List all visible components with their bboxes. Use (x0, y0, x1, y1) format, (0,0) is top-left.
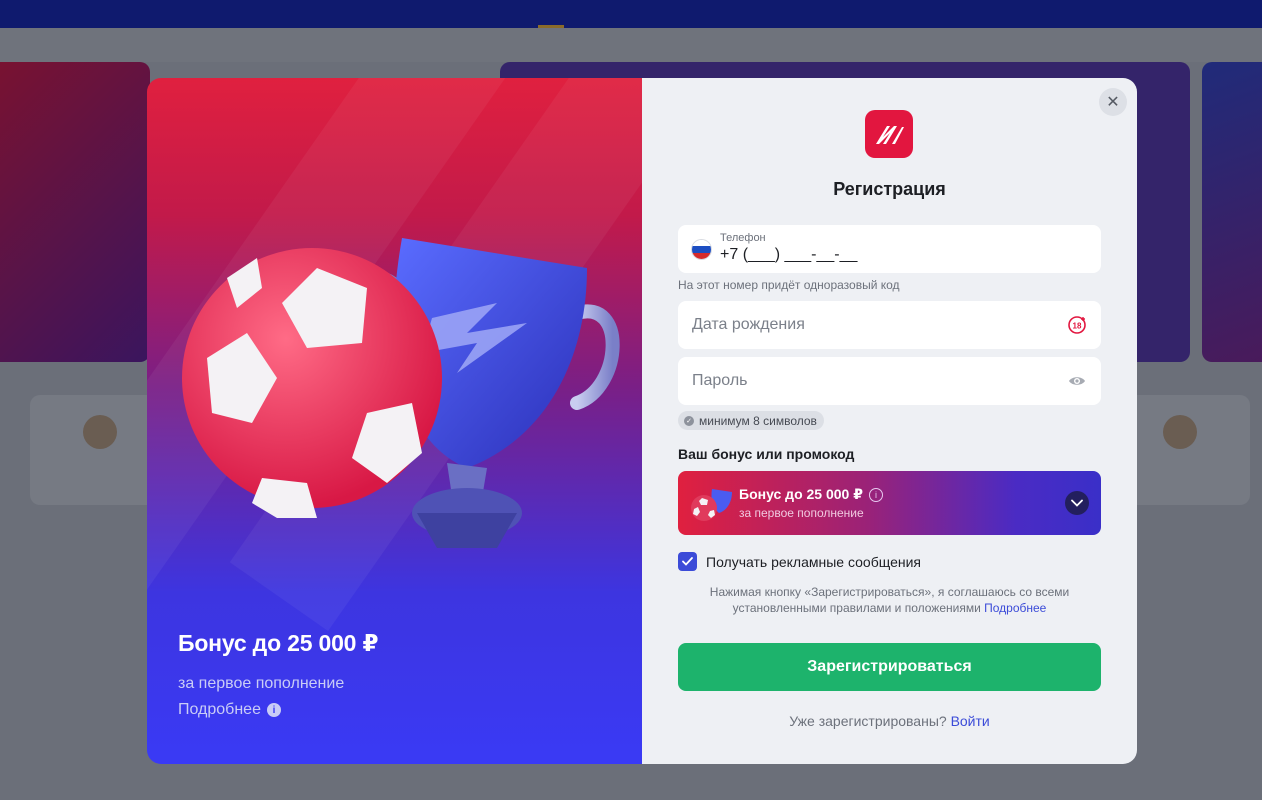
form-title: Регистрация (833, 179, 946, 199)
close-icon: ✕ (1106, 94, 1120, 111)
phone-field-label: Телефон (720, 232, 766, 244)
register-button[interactable]: Зарегистрироваться (678, 643, 1101, 691)
trophy-ball-thumbnail (691, 489, 732, 521)
phone-input-value: +7 (___) ___-__-__ (720, 246, 858, 263)
legal-more-link[interactable]: Подробнее (984, 601, 1046, 615)
promo-subtitle: за первое пополнение (178, 675, 345, 692)
login-prompt-text: Уже зарегистрированы? (789, 713, 947, 729)
close-button[interactable]: ✕ (1099, 88, 1127, 116)
bonus-title: Бонус до 25 000 ₽ i (739, 486, 883, 503)
check-circle-icon: ✓ (684, 415, 694, 426)
birthdate-field[interactable]: Дата рождения 18 (678, 301, 1101, 349)
phone-field[interactable]: Телефон +7 (___) ___-__-__ (678, 225, 1101, 273)
password-rule-badge: ✓ минимум 8 символов (678, 411, 824, 430)
password-placeholder: Пароль (692, 372, 748, 389)
age-18-plus-icon: 18 (1068, 316, 1086, 334)
info-icon[interactable]: i (868, 487, 883, 502)
bonus-heading: Ваш бонус или промокод (678, 446, 855, 462)
promo-more-link[interactable]: Подробнее i (178, 701, 281, 719)
checkmark-icon (682, 557, 693, 566)
legal-notice: Нажимая кнопку «Зарегистрироваться», я с… (682, 584, 1097, 616)
promo-title: Бонус до 25 000 ₽ (178, 630, 379, 656)
bonus-subtitle: за первое пополнение (739, 506, 864, 520)
info-icon: i (266, 703, 281, 717)
background-header (0, 0, 1262, 28)
brand-logo (865, 110, 913, 158)
consent-label: Получать рекламные сообщения (706, 553, 922, 570)
eye-icon[interactable] (1067, 371, 1087, 391)
promo-panel: Бонус до 25 000 ₽ за первое пополнение П… (147, 78, 642, 764)
password-rule-text: минимум 8 символов (699, 413, 817, 428)
consent-checkbox[interactable] (678, 552, 697, 571)
registration-modal: Бонус до 25 000 ₽ за первое пополнение П… (147, 78, 1137, 764)
trophy-ball-illustration (182, 238, 620, 548)
promo-more-label: Подробнее (178, 701, 261, 718)
chevron-down-icon[interactable] (1065, 491, 1089, 515)
svg-text:18: 18 (1073, 322, 1082, 331)
background-banner-right (1202, 62, 1262, 362)
background-subheader (0, 28, 1262, 62)
registration-form-panel: ✕ Регистрация Телефон +7 (___) ___-__-__… (642, 78, 1137, 764)
password-field[interactable]: Пароль (678, 357, 1101, 405)
background-banner-left (0, 62, 150, 362)
login-link[interactable]: Войти (951, 713, 990, 729)
birthdate-placeholder: Дата рождения (692, 316, 805, 333)
brand-logo-icon (876, 126, 904, 144)
login-prompt-row: Уже зарегистрированы? Войти (642, 713, 1137, 729)
consent-checkbox-row[interactable]: Получать рекламные сообщения (678, 552, 921, 571)
phone-hint: На этот номер придёт одноразовый код (678, 278, 900, 292)
bonus-selector[interactable]: Бонус до 25 000 ₽ i за первое пополнение (678, 471, 1101, 535)
russia-flag-icon (692, 240, 711, 259)
